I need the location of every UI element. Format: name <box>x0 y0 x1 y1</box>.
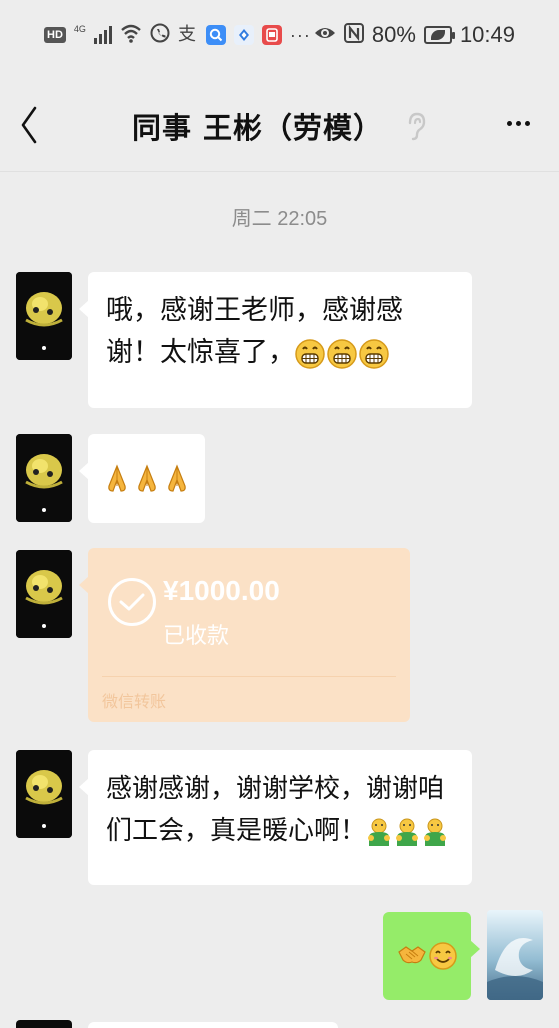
check-icon <box>108 578 156 626</box>
transfer-status: 已收款 <box>163 624 230 649</box>
avatar-self[interactable] <box>487 910 543 1000</box>
battery-percent: 80% <box>371 22 416 47</box>
grin-emoji <box>359 338 389 369</box>
location-icon <box>233 25 254 45</box>
more-button[interactable] <box>503 108 533 138</box>
qq-browser-icon <box>205 25 226 45</box>
status-right: 80% 10:49 <box>314 22 515 48</box>
avatar[interactable] <box>16 550 72 638</box>
svg-text:支: 支 <box>178 24 196 43</box>
message-bubble[interactable] <box>79 434 205 523</box>
divider <box>102 676 396 677</box>
status-left: HD 4G 支 ··· <box>44 23 311 47</box>
hug-emoji <box>424 818 447 846</box>
clock: 10:49 <box>459 22 515 47</box>
chat-title: 同事 王彬（劳模） <box>131 110 384 145</box>
alipay-icon: 支 <box>178 23 198 47</box>
avatar-peek <box>16 1020 72 1028</box>
transfer-card[interactable]: ¥1000.00 已收款 微信转账 <box>79 548 410 722</box>
bubble-peek <box>88 1022 338 1028</box>
message-bubble-self[interactable] <box>383 912 480 1000</box>
phone-icon <box>150 23 170 47</box>
more-dots-icon: ··· <box>289 24 311 45</box>
red-app-icon <box>261 25 282 45</box>
transfer-amount: ¥1000.00 <box>163 575 280 606</box>
battery-icon <box>423 26 455 44</box>
nfc-icon <box>343 23 364 47</box>
message-bubble[interactable]: 感谢感谢，谢谢学校，谢谢咱们工会，真是暖心啊！ <box>79 750 472 885</box>
grin-emoji <box>295 338 325 369</box>
status-bar: HD 4G 支 ··· 80% 10:49 <box>0 0 559 70</box>
more-icon <box>506 120 512 126</box>
pray-emoji <box>167 463 186 492</box>
emoji-row <box>295 338 389 369</box>
network-type: 4G <box>73 24 86 34</box>
eye-icon <box>314 23 336 47</box>
emoji-row <box>397 942 457 970</box>
avatar[interactable] <box>16 434 72 522</box>
hd-icon: HD <box>44 27 66 43</box>
emoji-row <box>103 463 191 494</box>
grin-emoji <box>327 338 357 369</box>
back-icon <box>21 106 37 144</box>
smile-emoji <box>429 942 457 970</box>
avatar[interactable] <box>16 750 72 838</box>
hug-emoji <box>396 818 419 846</box>
pray-emoji <box>107 463 126 492</box>
wifi-icon <box>120 23 142 47</box>
handshake-emoji <box>398 946 426 964</box>
message-bubble[interactable]: 哦，感谢王老师，感谢感谢！太惊喜了， <box>79 272 472 408</box>
ear-icon <box>405 111 427 141</box>
transfer-label: 微信转账 <box>102 692 167 711</box>
back-button[interactable] <box>14 100 44 150</box>
hug-emoji <box>368 818 391 846</box>
emoji-row <box>366 817 448 847</box>
pray-emoji <box>137 463 156 492</box>
signal-icon <box>93 26 112 44</box>
avatar[interactable] <box>16 272 72 360</box>
chat-header: 同事 王彬（劳模） <box>0 80 559 172</box>
message-timestamp: 周二 22:05 <box>231 208 328 230</box>
